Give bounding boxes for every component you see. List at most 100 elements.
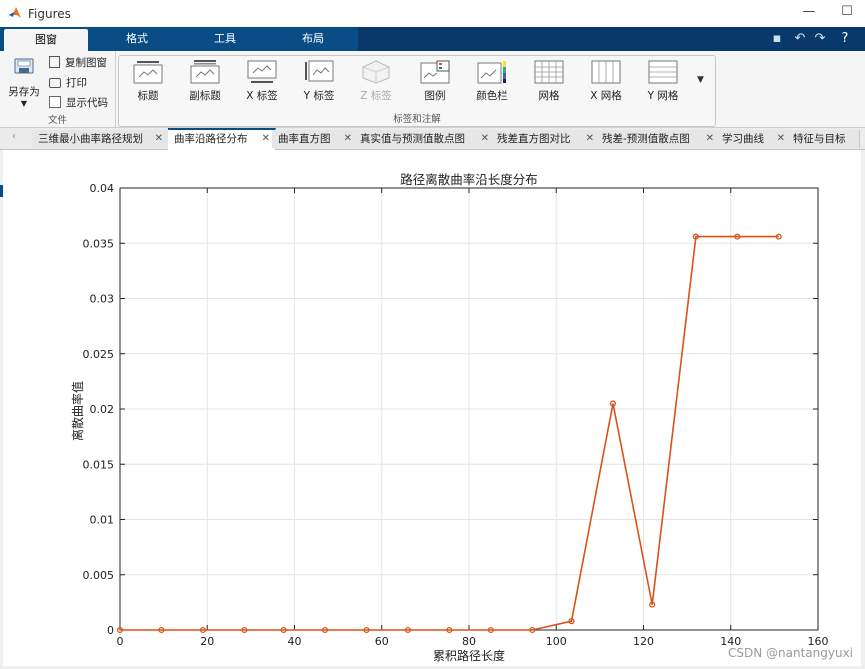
chevron-down-icon: ▼ (20, 99, 28, 108)
legend-button-label: 图例 (424, 90, 446, 102)
xlabel-icon (247, 60, 277, 83)
save-as-button[interactable]: 另存为 ▼ (6, 57, 42, 108)
line-chart[interactable]: 路径离散曲率沿长度分布 累积路径长度 离散曲率值 0 20 40 60 80 100 120… (3, 150, 861, 666)
save-as-icon (14, 58, 34, 74)
zlabel-icon (362, 60, 390, 84)
ribbon-tab-strip: 图窗 格式 工具 布局 ▪ ↶ ↷ ? (0, 27, 865, 51)
checkbox-icon (49, 96, 61, 108)
grid-button-label: 网格 (538, 90, 560, 102)
figure-canvas[interactable]: 路径离散曲率沿长度分布 累积路径长度 离散曲率值 0 20 40 60 80 100 120… (3, 150, 861, 666)
copy-icon (49, 56, 60, 68)
matlab-logo-icon (9, 7, 21, 18)
ylabel-button[interactable]: Y 标签 (292, 60, 346, 103)
close-icon[interactable]: ✕ (777, 130, 785, 148)
close-icon[interactable]: ✕ (586, 130, 594, 148)
subtitle-button-label: 副标题 (189, 90, 221, 102)
tab-scroll-left-icon[interactable]: ‹ (12, 131, 16, 142)
doc-tab-label: 三维最小曲率路径规划 (38, 133, 143, 145)
subtitle-icon (190, 60, 220, 84)
subtitle-button[interactable]: 副标题 (178, 60, 232, 103)
print-button[interactable]: 打印 (49, 75, 87, 91)
y-tick-label: 0.005 (83, 569, 115, 582)
tab-format[interactable]: 格式 (92, 27, 182, 51)
undo-icon[interactable]: ↶ (793, 31, 807, 47)
ribbon-more-chevron-icon[interactable]: ▼ (697, 75, 704, 85)
x-tick-label: 0 (117, 635, 124, 648)
copy-figure-button[interactable]: 复制图窗 (49, 55, 107, 71)
chart-title: 路径离散曲率沿长度分布 (400, 172, 538, 187)
zlabel-button[interactable]: Z 标签 (349, 60, 403, 103)
tab-layout[interactable]: 布局 (268, 27, 358, 51)
file-group-label: 文件 (47, 115, 67, 126)
doc-tab[interactable]: 真实值与预测值散点图 ✕ (354, 130, 495, 148)
legend-icon (420, 60, 450, 84)
annotation-group-label: 标签和注解 (393, 114, 441, 125)
doc-tab-label: 曲率沿路径分布 (174, 133, 248, 145)
tab-figure[interactable]: 图窗 (4, 29, 88, 51)
grid-icon (534, 60, 564, 84)
minimize-icon[interactable]: — (802, 5, 816, 19)
figure-tab-bar: ‹ 三维最小曲率路径规划 ✕ 曲率沿路径分布 ✕ 曲率直方图 ✕ 真实值与预测值散点图… (0, 128, 865, 150)
print-label: 打印 (66, 77, 87, 89)
grid-button[interactable]: 网格 (522, 60, 576, 103)
watermark: CSDN @nantangyuxi (727, 646, 853, 660)
y-tick-label: 0.015 (83, 458, 115, 471)
y-tick-label: 0.03 (90, 293, 115, 306)
doc-tab[interactable]: 特征与目标 (787, 130, 860, 148)
grid-lines (119, 187, 819, 631)
title-button-label: 标题 (137, 90, 159, 102)
y-tick-label: 0.02 (90, 403, 115, 416)
doc-tab[interactable]: 曲率直方图 ✕ (272, 130, 358, 148)
close-icon[interactable]: ✕ (481, 130, 489, 148)
doc-tab-label: 特征与目标 (793, 133, 846, 145)
close-icon[interactable]: ✕ (262, 130, 270, 148)
close-icon[interactable]: ✕ (706, 130, 714, 148)
doc-tab-label: 学习曲线 (722, 133, 764, 145)
doc-tab[interactable]: 三维最小曲率路径规划 ✕ (32, 130, 169, 148)
copy-figure-label: 复制图窗 (65, 57, 107, 69)
doc-tab-active[interactable]: 曲率沿路径分布 ✕ (168, 128, 276, 150)
doc-tab[interactable]: 残差-预测值散点图 ✕ (596, 130, 720, 148)
y-tick-label: 0.035 (83, 237, 115, 250)
x-tick-label: 80 (462, 635, 476, 648)
xlabel-button-label: X 标签 (246, 90, 278, 102)
show-code-label: 显示代码 (66, 97, 108, 109)
y-tick-label: 0.01 (90, 514, 115, 527)
save-as-label: 另存为 (8, 86, 40, 98)
xlabel-button[interactable]: X 标签 (235, 60, 289, 103)
close-icon[interactable]: ✕ (344, 130, 352, 148)
xgrid-icon (591, 60, 621, 84)
help-icon[interactable]: ? (838, 31, 852, 47)
x-tick-label: 40 (288, 635, 302, 648)
tab-tools[interactable]: 工具 (180, 27, 270, 51)
doc-tab[interactable]: 残差直方图对比 ✕ (491, 130, 600, 148)
show-code-checkbox[interactable]: 显示代码 (49, 95, 108, 111)
ygrid-button-label: Y 网格 (647, 90, 679, 102)
colorbar-icon (477, 61, 506, 84)
ribbon-tab-filler (358, 27, 865, 51)
title-icon (133, 61, 163, 84)
annotation-group: 标题 副标题 X 标签 Y 标签 Z 标签 图例 颜色栏 网格 X 网格 Y 网… (118, 55, 716, 127)
title-button[interactable]: 标题 (121, 60, 175, 103)
xgrid-button[interactable]: X 网格 (579, 60, 633, 103)
file-group: 另存为 ▼ 复制图窗 打印 显示代码 文件 (0, 51, 116, 127)
printer-icon (49, 78, 61, 88)
legend-button[interactable]: 图例 (408, 60, 462, 103)
x-tick-label: 60 (375, 635, 389, 648)
x-tick-label: 120 (633, 635, 654, 648)
x-tick-label: 20 (200, 635, 214, 648)
y-tick-label: 0.04 (90, 182, 115, 195)
ylabel-button-label: Y 标签 (303, 90, 335, 102)
close-icon[interactable]: ✕ (155, 130, 163, 148)
window-title-bar: Figures — ☐ (0, 0, 865, 28)
doc-tab[interactable]: 学习曲线 ✕ (716, 130, 791, 148)
ylabel-icon (305, 60, 334, 82)
colorbar-button[interactable]: 颜色栏 (465, 60, 519, 103)
ygrid-button[interactable]: Y 网格 (636, 60, 690, 103)
redo-icon[interactable]: ↷ (813, 31, 827, 47)
maximize-icon[interactable]: ☐ (840, 5, 854, 19)
ygrid-icon (648, 60, 678, 84)
y-tick-label: 0 (107, 624, 114, 637)
doc-tab-label: 曲率直方图 (278, 133, 331, 145)
save-icon[interactable]: ▪ (770, 31, 784, 47)
